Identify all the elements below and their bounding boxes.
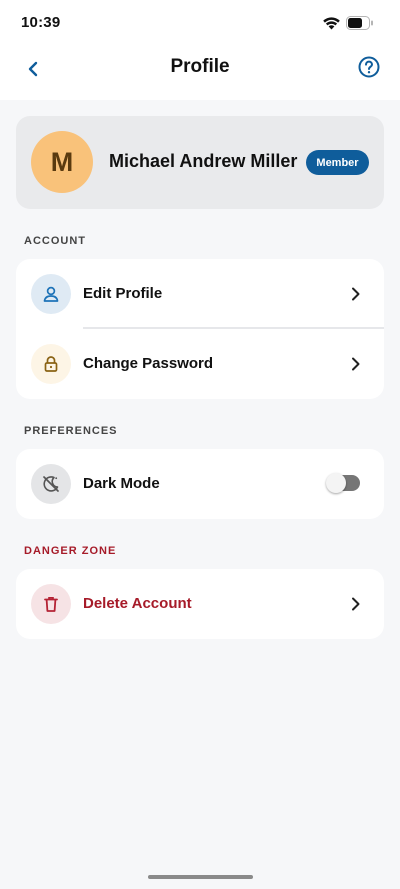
moon-slash-icon: [43, 476, 59, 492]
chevron-right-icon: [352, 287, 360, 301]
dark-mode-toggle[interactable]: [326, 473, 360, 493]
section-header-danger-zone: DANGER ZONE: [24, 545, 117, 557]
wifi-icon: [323, 17, 340, 30]
chevron-right-icon: [352, 357, 360, 371]
section-header-account: ACCOUNT: [24, 235, 86, 247]
user-icon: [43, 286, 59, 302]
delete-account-icon-circle: [31, 584, 71, 624]
battery-icon: [346, 16, 373, 30]
status-bar: 10:39: [0, 0, 400, 48]
edit-profile-row[interactable]: Edit Profile: [16, 259, 384, 329]
toggle-knob: [326, 473, 346, 493]
dark-mode-label: Dark Mode: [83, 475, 160, 492]
section-header-preferences: PREFERENCES: [24, 425, 118, 437]
delete-account-label: Delete Account: [83, 595, 192, 612]
trash-icon: [44, 597, 58, 612]
home-indicator: [148, 875, 253, 879]
profile-screen: 10:39 Profile M Michael Andrew Miller Me…: [0, 0, 400, 889]
delete-account-row[interactable]: Delete Account: [16, 569, 384, 639]
preferences-list: Dark Mode: [16, 449, 384, 519]
change-password-icon-circle: [31, 344, 71, 384]
avatar: M: [31, 131, 93, 193]
edit-profile-label: Edit Profile: [83, 285, 163, 302]
dark-mode-icon-circle: [31, 464, 71, 504]
chevron-right-icon: [352, 597, 360, 611]
page-title: Profile: [170, 56, 230, 77]
profile-name: Michael Andrew Miller: [109, 151, 298, 171]
dark-mode-row: Dark Mode: [16, 449, 384, 519]
help-button[interactable]: [356, 54, 382, 80]
profile-card: M Michael Andrew Miller Member: [16, 116, 384, 209]
nav-bar: Profile: [0, 48, 400, 100]
lock-icon: [44, 356, 58, 372]
account-list: Edit Profile Change Password: [16, 259, 384, 399]
status-time: 10:39: [21, 14, 61, 31]
edit-profile-icon-circle: [31, 274, 71, 314]
danger-list: Delete Account: [16, 569, 384, 639]
change-password-label: Change Password: [83, 355, 214, 372]
member-badge: Member: [306, 150, 369, 175]
help-circle-icon: [358, 56, 380, 78]
change-password-row[interactable]: Change Password: [16, 329, 384, 399]
